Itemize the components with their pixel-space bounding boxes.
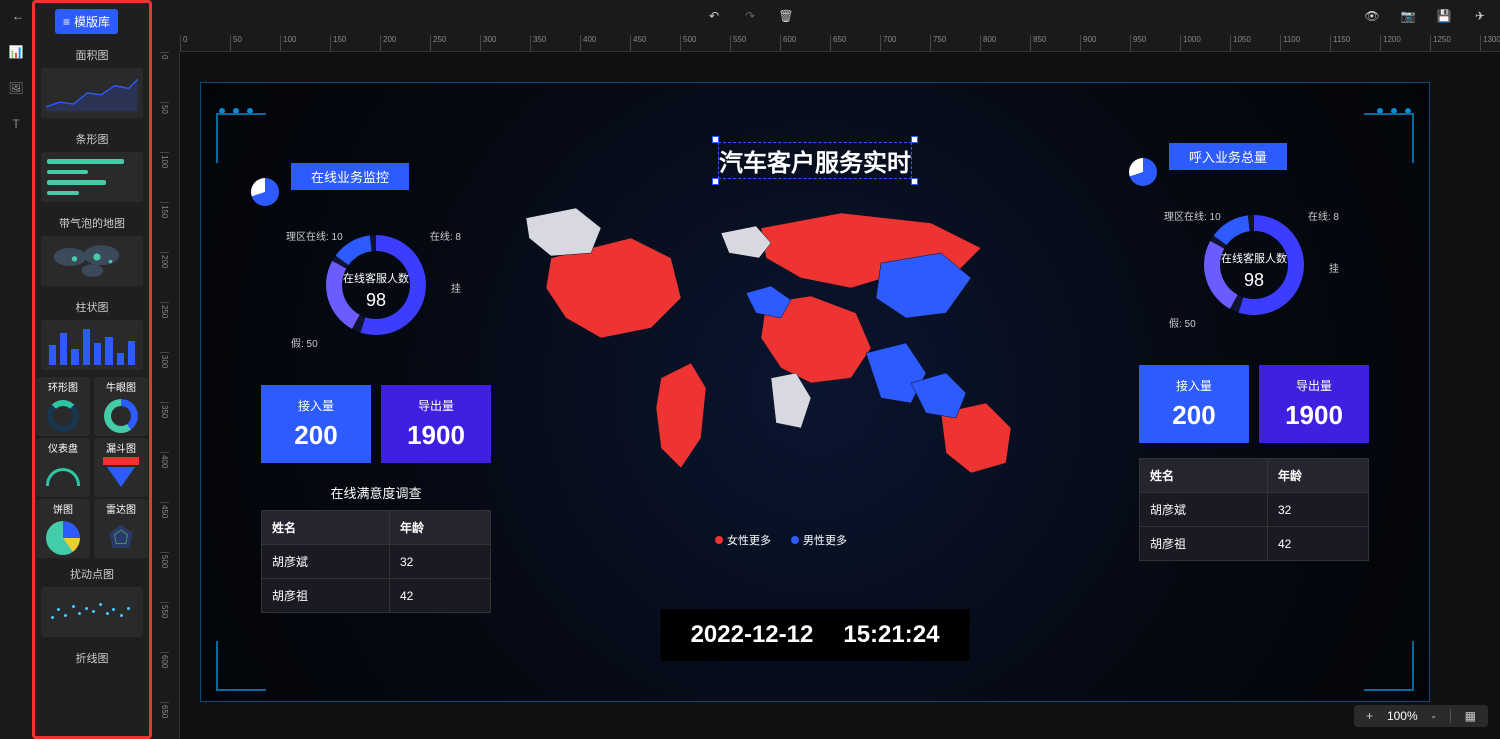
template-panel: ≡模版库 面积图 条形图 带气泡的地图 柱状图 <box>32 0 152 739</box>
metric-box-in: 接入量 200 <box>1139 365 1249 443</box>
template-panel-title: ≡模版库 <box>55 9 118 34</box>
right-donut-chart: 在线客服人数 98 理区在线: 10 在线: 8 挂 假: 50 <box>1174 190 1334 350</box>
dashboard-widget[interactable]: 汽车客户服务实时 在线业务监控 在线客服人数 98 理区在线: 10 在线: 8… <box>200 82 1430 702</box>
back-button[interactable]: ← <box>8 6 28 26</box>
chart-type-line[interactable]: 折线图 <box>35 643 149 673</box>
chart-type-bubble-map[interactable]: 带气泡的地图 <box>35 208 149 292</box>
zoom-in-button[interactable]: + <box>1362 709 1377 723</box>
chart-type-ring[interactable]: 环形图 <box>36 377 90 436</box>
undo-button[interactable]: ↶ <box>704 6 724 26</box>
publish-button[interactable]: ✈ <box>1470 6 1490 26</box>
chart-type-funnel[interactable]: 漏斗图 <box>94 438 148 497</box>
zoom-value: 100% <box>1387 709 1418 723</box>
ruler-toggle-button[interactable]: ▦ <box>1461 709 1480 723</box>
metric-box-in: 接入量 200 <box>261 385 371 463</box>
delete-button[interactable]: 🗑 <box>776 6 796 26</box>
mini-pie-icon <box>251 178 279 206</box>
map-legend: 女性更多 男性更多 <box>715 532 847 548</box>
world-map: 女性更多 男性更多 <box>511 173 1051 523</box>
preview-button[interactable]: 👁 <box>1362 6 1382 26</box>
left-table: 姓名年龄 胡彦斌32 胡彦祖42 <box>261 510 491 613</box>
rail-text-button[interactable]: T <box>4 112 28 136</box>
tool-rail: 📊 🖼 T <box>0 32 32 739</box>
datetime-display: 2022-12-12 15:21:24 <box>661 609 970 661</box>
metric-box-out: 导出量 1900 <box>1259 365 1369 443</box>
zoom-control: + 100% - ▦ <box>1354 705 1488 727</box>
zoom-out-button[interactable]: - <box>1428 709 1440 723</box>
right-panel-title: 呼入业务总量 <box>1169 143 1287 170</box>
metric-box-out: 导出量 1900 <box>381 385 491 463</box>
ruler-vertical: 0501001502002503003504004505005506006507… <box>160 52 180 739</box>
chart-type-bar-v[interactable]: 柱状图 <box>35 292 149 376</box>
chart-type-area[interactable]: 面积图 <box>35 40 149 124</box>
chart-type-pie[interactable]: 饼图 <box>36 499 90 558</box>
chart-type-radar[interactable]: 雷达图 <box>94 499 148 558</box>
mini-pie-icon <box>1129 158 1157 186</box>
snapshot-button[interactable]: 📷 <box>1398 6 1418 26</box>
chart-type-gauge[interactable]: 仪表盘 <box>36 438 90 497</box>
chart-type-bar-h[interactable]: 条形图 <box>35 124 149 208</box>
left-panel-title: 在线业务监控 <box>291 163 409 190</box>
redo-button[interactable]: ↷ <box>740 6 760 26</box>
right-panel: 呼入业务总量 在线客服人数 98 理区在线: 10 在线: 8 挂 假: 50 … <box>1139 143 1369 561</box>
ruler-horizontal: 0501001502002503003504004505005506006507… <box>180 32 1500 52</box>
survey-title: 在线满意度调查 <box>261 483 491 502</box>
chart-type-bullseye[interactable]: 牛眼图 <box>94 377 148 436</box>
left-donut-chart: 在线客服人数 98 理区在线: 10 在线: 8 挂 假: 50 <box>296 210 456 370</box>
canvas[interactable]: 汽车客户服务实时 在线业务监控 在线客服人数 98 理区在线: 10 在线: 8… <box>180 52 1500 739</box>
rail-chart-button[interactable]: 📊 <box>4 40 28 64</box>
rail-image-button[interactable]: 🖼 <box>4 76 28 100</box>
right-table: 姓名年龄 胡彦斌32 胡彦祖42 <box>1139 458 1369 561</box>
save-button[interactable]: 💾 <box>1434 6 1454 26</box>
left-panel: 在线业务监控 在线客服人数 98 理区在线: 10 在线: 8 挂 假: 50 … <box>261 163 491 613</box>
chart-type-scatter[interactable]: 扰动点图 <box>35 559 149 643</box>
